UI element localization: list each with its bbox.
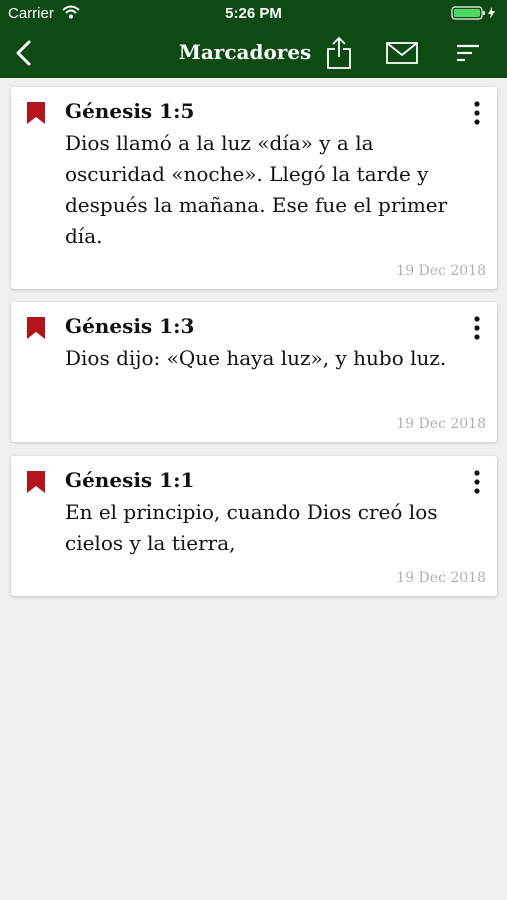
- bookmark-date: 19 Dec 2018: [396, 570, 486, 586]
- status-time: 5:26 PM: [225, 5, 282, 22]
- status-bar: Carrier 5:26 PM: [0, 0, 507, 28]
- bookmark-card[interactable]: Génesis 1:5 Dios llamó a la luz «día» y …: [11, 87, 497, 289]
- bookmark-reference: Génesis 1:5: [65, 99, 195, 123]
- bookmark-verse-text: Dios dijo: «Que haya luz», y hubo luz.: [65, 346, 447, 370]
- bookmark-icon: [27, 317, 45, 339]
- mail-icon[interactable]: [386, 41, 418, 65]
- more-vertical-icon[interactable]: [467, 100, 487, 126]
- share-icon[interactable]: [325, 36, 353, 70]
- back-chevron-icon[interactable]: [12, 39, 36, 67]
- bookmark-verse-text: En el principio, cuando Dios creó los ci…: [65, 500, 438, 555]
- page-title: Marcadores: [178, 40, 312, 64]
- bookmark-reference: Génesis 1:3: [65, 314, 195, 338]
- sort-icon[interactable]: [455, 42, 481, 64]
- bookmark-card[interactable]: Génesis 1:3 Dios dijo: «Que haya luz», y…: [11, 302, 497, 442]
- more-vertical-icon[interactable]: [467, 469, 487, 495]
- battery-icon: [451, 6, 495, 20]
- bookmark-verse-text: Dios llamó a la luz «día» y a la oscurid…: [65, 131, 448, 248]
- bookmark-card[interactable]: Génesis 1:1 En el principio, cuando Dios…: [11, 456, 497, 596]
- bookmark-reference: Génesis 1:1: [65, 468, 195, 492]
- bookmark-date: 19 Dec 2018: [396, 416, 486, 432]
- bookmark-icon: [27, 471, 45, 493]
- bookmark-icon: [27, 102, 45, 124]
- more-vertical-icon[interactable]: [467, 315, 487, 341]
- bookmark-date: 19 Dec 2018: [396, 263, 486, 279]
- navigation-bar: Marcadores: [0, 28, 507, 78]
